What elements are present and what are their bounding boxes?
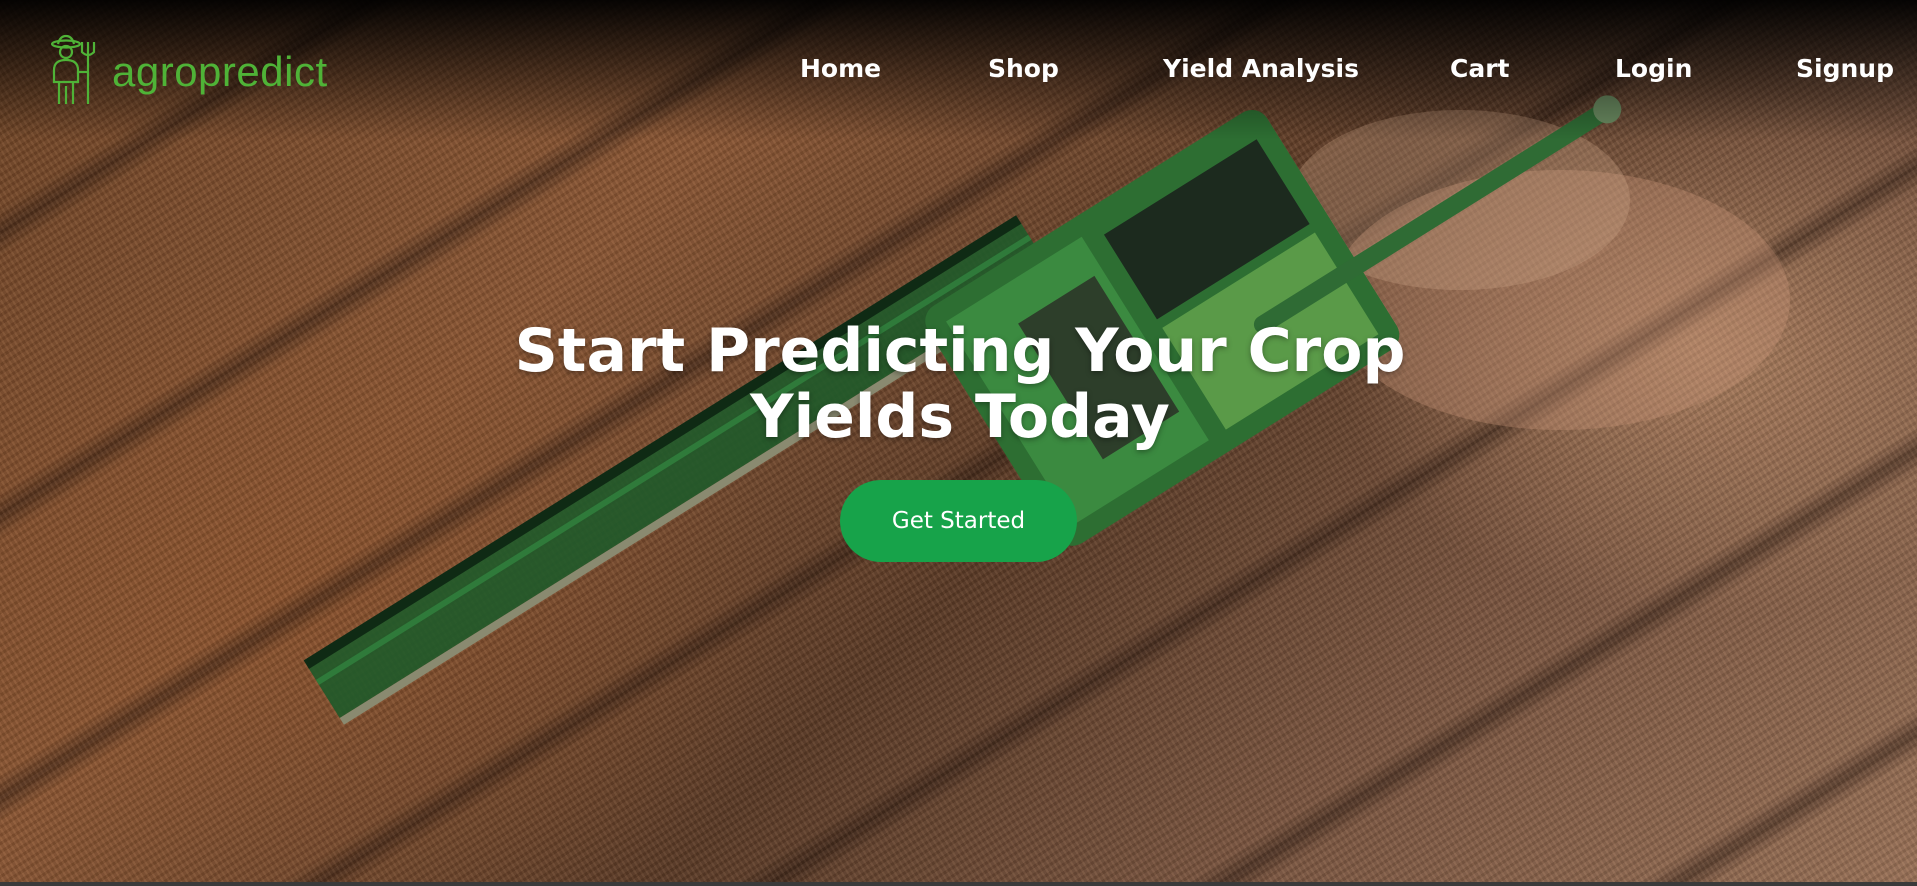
navbar: agropredict Home Shop Yield Analysis Car… — [0, 0, 1917, 110]
hero-headline: Start Predicting Your Crop Yields Today — [500, 318, 1420, 450]
brand-logo[interactable]: agropredict — [46, 34, 328, 110]
nav-home-link[interactable]: Home — [800, 54, 881, 83]
nav-cart-link[interactable]: Cart — [1450, 54, 1510, 83]
headline-line-2: Yields Today — [750, 382, 1170, 452]
nav-signup-link[interactable]: Signup — [1796, 54, 1894, 83]
bottom-border — [0, 882, 1917, 886]
headline-line-1: Start Predicting Your Crop — [514, 316, 1406, 386]
brand-name: agropredict — [112, 48, 328, 95]
nav-login-link[interactable]: Login — [1615, 54, 1692, 83]
nav-yield-analysis-link[interactable]: Yield Analysis — [1163, 54, 1359, 83]
nav-shop-link[interactable]: Shop — [988, 54, 1059, 83]
get-started-button[interactable]: Get Started — [840, 480, 1077, 562]
farmer-icon — [46, 34, 98, 110]
hero-section: agropredict Home Shop Yield Analysis Car… — [0, 0, 1917, 886]
